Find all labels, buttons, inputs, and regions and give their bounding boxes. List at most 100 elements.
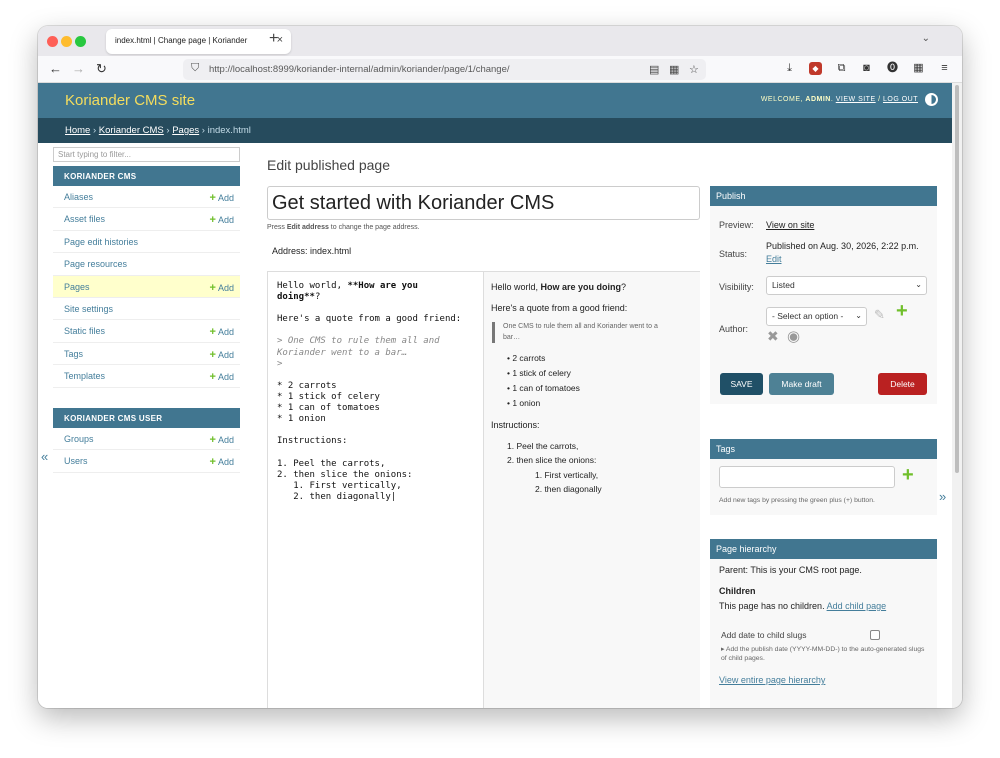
breadcrumb-app[interactable]: Koriander CMS xyxy=(99,125,164,136)
preview-paragraph: Instructions: xyxy=(491,420,540,430)
page-scrollbar[interactable] xyxy=(952,83,962,708)
reload-icon[interactable]: ↻ xyxy=(96,61,107,77)
preview-paragraph: Hello world, How are you doing? xyxy=(491,282,627,292)
markdown-textarea[interactable]: Hello world, **How are you doing**? Here… xyxy=(268,272,484,708)
delete-button[interactable]: Delete xyxy=(878,373,927,395)
browser-window: index.html | Change page | Koriander × +… xyxy=(38,26,962,708)
sidebar-item-pages[interactable]: Pages + Add xyxy=(53,275,240,298)
module-koriander-cms: KORIANDER CMS Aliases + Add Asset files + Ad… xyxy=(53,166,240,388)
extensions-icon[interactable]: ⧉ xyxy=(835,62,848,75)
logout-link[interactable]: LOG OUT xyxy=(883,96,918,103)
user-tools: WELCOME, ADMIN. VIEW SITE / LOG OUT xyxy=(760,96,918,103)
status-value: Published on Aug. 30, 2026, 2:22 p.m. Ed… xyxy=(766,241,919,264)
tags-panel: Tags + Add new tags by pressing the gree… xyxy=(710,439,937,515)
sidebar-item-groups[interactable]: Groups + Add xyxy=(53,428,240,451)
menu-icon[interactable]: ≡ xyxy=(938,62,951,75)
sidebar-item-page-resources[interactable]: Page resources xyxy=(53,253,240,276)
view-hierarchy-link[interactable]: View entire page hierarchy xyxy=(719,675,825,685)
grid-icon[interactable]: ▦ xyxy=(669,63,679,76)
close-window-button[interactable] xyxy=(47,36,58,47)
ublock-icon[interactable]: ◆ xyxy=(809,62,822,75)
url-text[interactable]: http://localhost:8999/koriander-internal… xyxy=(209,64,510,75)
preview-list-item: • 1 onion xyxy=(507,398,541,408)
module-caption[interactable]: KORIANDER CMS xyxy=(53,166,240,186)
address-help: Press Edit address to change the page ad… xyxy=(267,224,420,231)
reader-mode-icon[interactable]: ▤ xyxy=(649,63,659,76)
add-child-link[interactable]: Add child page xyxy=(827,601,887,611)
plus-icon: + xyxy=(209,326,216,339)
sidebar-item-tags[interactable]: Tags + Add xyxy=(53,342,240,366)
children-heading: Children xyxy=(719,586,756,596)
forward-icon[interactable]: → xyxy=(72,61,85,76)
add-link[interactable]: + Add xyxy=(210,349,234,361)
site-brand[interactable]: Koriander CMS site xyxy=(65,92,195,109)
view-on-site-link[interactable]: View on site xyxy=(766,220,814,230)
add-link[interactable]: + Add xyxy=(210,282,234,294)
date-slug-label: Add date to child slugs xyxy=(721,630,807,640)
pocket-icon[interactable]: ⓿ xyxy=(886,62,899,75)
add-author-icon[interactable]: + xyxy=(896,300,908,323)
chevron-down-icon[interactable]: ⌄ xyxy=(922,33,930,44)
parent-text: Parent: This is your CMS root page. xyxy=(719,565,862,575)
tag-input[interactable] xyxy=(719,466,895,488)
status-edit-link[interactable]: Edit xyxy=(766,254,782,264)
chevron-down-icon: ⌄ xyxy=(855,311,862,320)
scrollbar-thumb[interactable] xyxy=(955,85,959,473)
theme-toggle-icon[interactable] xyxy=(925,93,938,106)
sidebar-item-static-files[interactable]: Static files + Add xyxy=(53,320,240,343)
save-button[interactable]: SAVE xyxy=(720,373,763,395)
sidebar-item-page-edit-histories[interactable]: Page edit histories xyxy=(53,230,240,254)
visibility-select[interactable]: Listed ⌄ xyxy=(766,276,927,295)
minimize-window-button[interactable] xyxy=(61,36,72,47)
preview-list-item: 2. then slice the onions: xyxy=(507,455,597,465)
breadcrumb-current: index.html xyxy=(207,125,251,136)
plus-icon: + xyxy=(209,456,216,469)
plus-icon: + xyxy=(209,348,216,361)
markdown-editor: Hello world, **How are you doing**? Here… xyxy=(267,271,700,708)
expand-panel-icon[interactable]: » xyxy=(939,489,946,504)
apps-icon[interactable]: ▦ xyxy=(912,62,925,75)
make-draft-button[interactable]: Make draft xyxy=(769,373,834,395)
date-slug-checkbox[interactable] xyxy=(870,630,880,640)
plus-icon: + xyxy=(209,192,216,204)
add-link[interactable]: + Add xyxy=(210,214,234,226)
add-link[interactable]: + Add xyxy=(210,371,234,383)
page-title: Edit published page xyxy=(267,157,390,173)
download-icon[interactable]: ⤓ xyxy=(783,62,796,75)
sidebar-item-asset-files[interactable]: Asset files + Add xyxy=(53,208,240,231)
bookmark-star-icon[interactable]: ☆ xyxy=(689,63,699,76)
new-tab-icon[interactable]: + xyxy=(269,30,278,48)
browser-tab[interactable]: index.html | Change page | Koriander × xyxy=(106,29,291,54)
sidebar-filter-input[interactable]: Start typing to filter... xyxy=(53,147,240,162)
breadcrumb-home[interactable]: Home xyxy=(65,125,90,136)
sidebar-item-aliases[interactable]: Aliases + Add xyxy=(53,186,240,209)
preview-paragraph: Here's a quote from a good friend: xyxy=(491,303,628,313)
back-icon[interactable]: ← xyxy=(49,61,62,76)
add-link[interactable]: + Add xyxy=(210,434,234,446)
module-caption[interactable]: KORIANDER CMS USER xyxy=(53,408,240,428)
preview-list-item: • 2 carrots xyxy=(507,353,546,363)
sidebar-item-templates[interactable]: Templates + Add xyxy=(53,365,240,388)
title-input[interactable]: Get started with Koriander CMS xyxy=(267,186,700,220)
delete-author-icon[interactable]: ✖ xyxy=(767,328,779,345)
pencil-icon[interactable]: ✎ xyxy=(874,307,885,323)
collapse-sidebar-icon[interactable]: « xyxy=(41,449,48,464)
add-link[interactable]: + Add xyxy=(210,326,234,338)
add-link[interactable]: + Add xyxy=(210,456,234,468)
maximize-window-button[interactable] xyxy=(75,36,86,47)
preview-list-item: 1. First vertically, xyxy=(535,470,599,480)
author-select[interactable]: - Select an option - ⌄ xyxy=(766,307,867,326)
preview-list-item: • 1 can of tomatoes xyxy=(507,383,580,393)
add-tag-icon[interactable]: + xyxy=(902,464,914,487)
address-bar[interactable]: ⛉ http://localhost:8999/koriander-intern… xyxy=(183,59,706,80)
sidebar-item-users[interactable]: Users + Add xyxy=(53,450,240,473)
sidebar-item-site-settings[interactable]: Site settings xyxy=(53,297,240,321)
children-text: This page has no children. Add child pag… xyxy=(719,601,887,611)
extension-icon[interactable]: ◙ xyxy=(860,62,873,75)
visibility-label: Visibility: xyxy=(719,282,754,292)
add-link[interactable]: + Add xyxy=(210,192,234,204)
view-author-icon[interactable]: ◉ xyxy=(787,327,800,345)
view-site-link[interactable]: VIEW SITE xyxy=(836,96,876,103)
plus-icon: + xyxy=(209,214,216,227)
breadcrumb-model[interactable]: Pages xyxy=(172,125,199,136)
